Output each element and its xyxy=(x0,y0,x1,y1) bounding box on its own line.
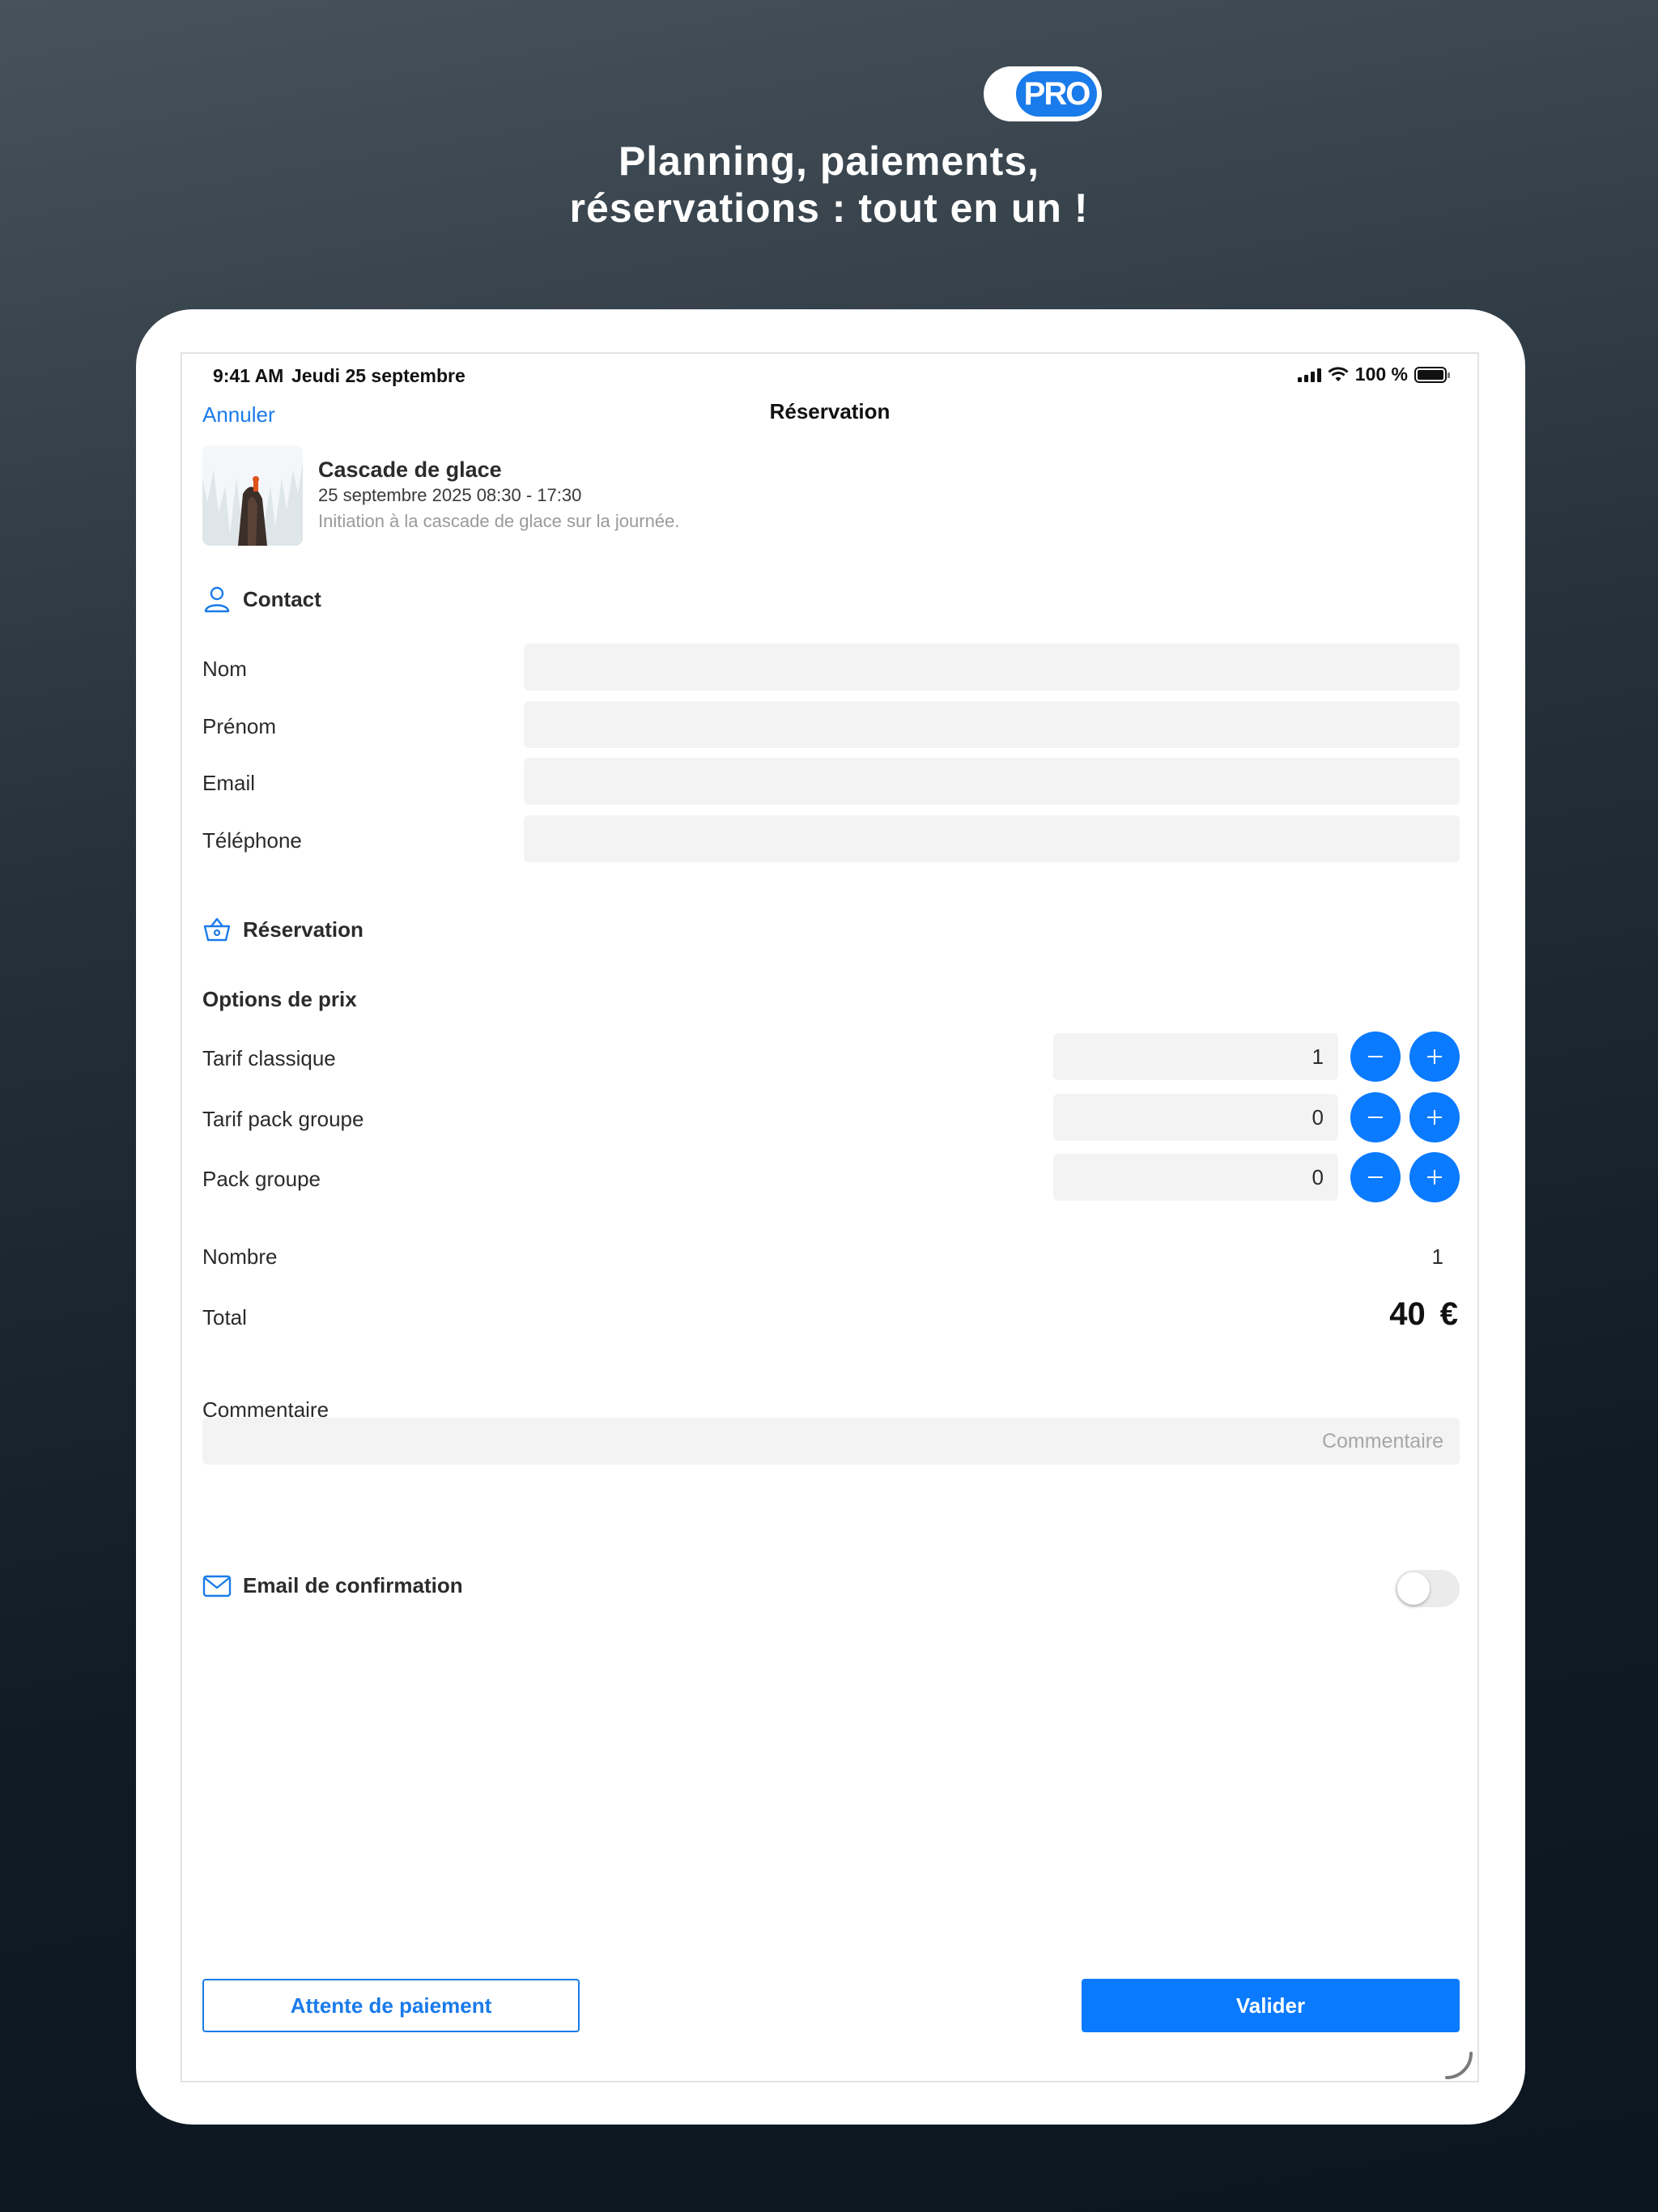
app-screen: 9:41 AM Jeudi 25 septembre 100 % Annuler… xyxy=(181,352,1479,2082)
reservation-heading: Réservation xyxy=(243,917,363,942)
contact-heading: Contact xyxy=(243,586,321,611)
cellular-signal-icon xyxy=(1297,368,1321,382)
minus-icon xyxy=(1368,1117,1383,1118)
quantity-field-group-pack[interactable]: 0 xyxy=(1053,1154,1338,1201)
wifi-icon xyxy=(1328,366,1349,381)
total-value: 40 xyxy=(1389,1296,1426,1332)
basket-icon xyxy=(203,917,231,942)
option-label-group-rate: Tarif pack groupe xyxy=(202,1107,364,1131)
increment-button-group-pack[interactable] xyxy=(1409,1152,1460,1202)
email-label: Email xyxy=(202,771,256,795)
firstname-label: Prénom xyxy=(202,714,277,738)
decrement-button-classic[interactable] xyxy=(1350,1032,1401,1082)
name-label: Nom xyxy=(202,657,247,681)
promo-headline-line1: Planning, paiements, xyxy=(618,138,1040,184)
ice-waterfall-image xyxy=(202,445,303,546)
toggle-knob xyxy=(1397,1572,1430,1605)
submit-button[interactable]: Valider xyxy=(1082,1979,1460,2032)
decrement-button-group-rate[interactable] xyxy=(1350,1092,1401,1142)
envelope-icon xyxy=(202,1575,232,1597)
increment-button-classic[interactable] xyxy=(1409,1032,1460,1082)
quantity-field-classic[interactable]: 1 xyxy=(1053,1033,1338,1080)
count-value: 1 xyxy=(1431,1244,1443,1269)
currency-symbol: € xyxy=(1439,1296,1458,1332)
comment-field[interactable]: Commentaire xyxy=(202,1418,1460,1465)
phone-field[interactable] xyxy=(524,815,1460,862)
reservation-section-header: Réservation xyxy=(202,915,363,944)
confirmation-email-row: Email de confirmation xyxy=(202,1573,463,1598)
minus-icon xyxy=(1368,1176,1383,1178)
contact-section-header: Contact xyxy=(202,585,321,614)
quantity-field-group-rate[interactable]: 0 xyxy=(1053,1094,1338,1141)
total-label: Total xyxy=(202,1305,247,1329)
event-description: Initiation à la cascade de glace sur la … xyxy=(318,511,680,531)
option-label-classic: Tarif classique xyxy=(202,1046,336,1070)
name-field[interactable] xyxy=(524,644,1460,691)
page-title: Réservation xyxy=(769,399,891,423)
plus-icon xyxy=(1427,1110,1442,1125)
promo-headline-line2: réservations : tout en un ! xyxy=(569,185,1089,231)
plus-icon xyxy=(1427,1049,1442,1064)
confirmation-email-label: Email de confirmation xyxy=(243,1573,463,1597)
resize-handle-icon[interactable] xyxy=(1443,2048,1476,2081)
decrement-button-group-pack[interactable] xyxy=(1350,1152,1401,1202)
event-title: Cascade de glace xyxy=(318,457,502,482)
pending-payment-button[interactable]: Attente de paiement xyxy=(202,1979,580,2032)
count-label: Nombre xyxy=(202,1244,278,1269)
promo-headline: Planning, paiements, réservations : tout… xyxy=(0,138,1658,232)
firstname-field[interactable] xyxy=(524,701,1460,748)
event-date: 25 septembre 2025 08:30 - 17:30 xyxy=(318,485,582,505)
status-date: Jeudi 25 septembre xyxy=(291,365,466,386)
total-amount: 40 € xyxy=(1389,1296,1458,1333)
plus-icon xyxy=(1427,1170,1442,1185)
status-time: 9:41 AM xyxy=(213,365,284,386)
pro-toggle-badge: PRO xyxy=(984,66,1102,121)
battery-icon xyxy=(1414,366,1450,383)
phone-label: Téléphone xyxy=(202,828,302,853)
person-icon xyxy=(204,586,230,613)
tablet-frame: 9:41 AM Jeudi 25 septembre 100 % Annuler… xyxy=(136,309,1525,2125)
event-thumbnail xyxy=(202,445,303,546)
minus-icon xyxy=(1368,1056,1383,1057)
option-label-group-pack: Pack groupe xyxy=(202,1167,321,1191)
email-field[interactable] xyxy=(524,758,1460,805)
confirmation-email-toggle[interactable] xyxy=(1395,1570,1460,1607)
pro-badge-label: PRO xyxy=(1016,71,1097,117)
price-options-heading: Options de prix xyxy=(202,987,357,1011)
increment-button-group-rate[interactable] xyxy=(1409,1092,1460,1142)
status-indicators: 100 % xyxy=(1297,364,1450,385)
battery-percent: 100 % xyxy=(1354,364,1408,385)
